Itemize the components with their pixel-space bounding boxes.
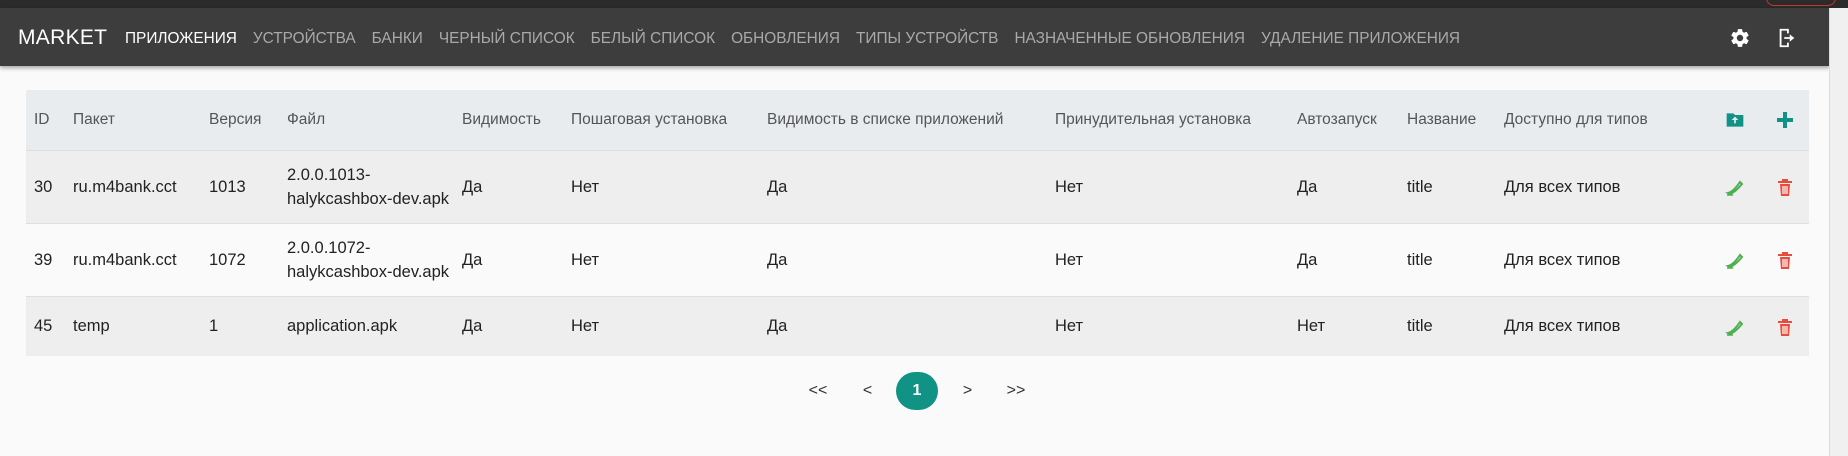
col-header-file[interactable]: Файл — [279, 90, 454, 150]
page-next-button[interactable]: > — [960, 372, 975, 410]
brand-logo[interactable]: MARKET — [18, 26, 107, 50]
gear-icon[interactable] — [1729, 27, 1751, 49]
cell-id: 30 — [34, 177, 53, 196]
pagination: << < 1 > >> — [0, 372, 1848, 412]
cell-visibility: Да — [462, 250, 483, 269]
edit-icon[interactable] — [1725, 318, 1745, 336]
cell-visibility: Да — [462, 317, 483, 336]
cell-file-line1: 2.0.0.1013- — [287, 165, 371, 184]
delete-icon[interactable] — [1777, 178, 1793, 197]
table-row: 30 ru.m4bank.cct 1013 2.0.0.1013- halykca… — [26, 150, 1809, 223]
cell-list-visibility: Да — [767, 317, 788, 336]
cell-types: Для всех типов — [1504, 177, 1621, 196]
cell-list-visibility: Да — [767, 250, 788, 269]
cell-name: title — [1407, 250, 1433, 269]
table-row: 39 ru.m4bank.cct 1072 2.0.0.1072- halykca… — [26, 223, 1809, 296]
cell-package: ru.m4bank.cct — [73, 250, 177, 269]
table-header-row: ID Пакет Версия Файл Видимость Пошаговая… — [26, 90, 1809, 150]
col-header-visibility[interactable]: Видимость — [454, 90, 563, 150]
cell-autostart: Да — [1297, 250, 1318, 269]
cell-file: 2.0.0.1013- halykcashbox-dev.apk — [279, 150, 454, 223]
col-header-id[interactable]: ID — [26, 90, 65, 150]
cell-autostart: Да — [1297, 177, 1318, 196]
cell-file-line2: halykcashbox-dev.apk — [287, 189, 450, 208]
edit-cell — [1710, 150, 1760, 223]
nav-item-banks[interactable]: БАНКИ — [372, 30, 423, 48]
cell-autostart: Нет — [1297, 317, 1326, 336]
cell-stepwise: Нет — [571, 250, 600, 269]
cell-stepwise: Нет — [571, 317, 600, 336]
page-first-button[interactable]: << — [808, 372, 828, 410]
delete-cell — [1760, 296, 1809, 356]
add-cell — [1760, 90, 1809, 150]
plus-icon[interactable] — [1776, 111, 1794, 129]
col-header-stepwise[interactable]: Пошаговая установка — [563, 90, 759, 150]
cell-types: Для всех типов — [1504, 250, 1621, 269]
cell-file-line2: halykcashbox-dev.apk — [287, 262, 450, 281]
edit-icon[interactable] — [1725, 178, 1745, 196]
nav-item-blacklist[interactable]: ЧЕРНЫЙ СПИСОК — [439, 30, 575, 48]
nav-item-applications[interactable]: ПРИЛОЖЕНИЯ — [125, 30, 237, 48]
applications-table-container: ID Пакет Версия Файл Видимость Пошаговая… — [26, 90, 1809, 356]
nav-item-app-removal[interactable]: УДАЛЕНИЕ ПРИЛОЖЕНИЯ — [1261, 30, 1460, 48]
cell-file: application.apk — [287, 317, 398, 336]
col-header-types[interactable]: Доступно для типов — [1496, 90, 1710, 150]
col-header-name[interactable]: Название — [1399, 90, 1496, 150]
browser-tab-outline — [1766, 0, 1836, 6]
cell-file-line1: 2.0.0.1072- — [287, 238, 371, 257]
page-prev-button[interactable]: < — [860, 372, 875, 410]
edit-cell — [1710, 296, 1760, 356]
cell-version: 1072 — [209, 250, 246, 269]
page-last-button[interactable]: >> — [1006, 372, 1026, 410]
cell-forced: Нет — [1055, 317, 1084, 336]
browser-top-strip — [0, 0, 1848, 8]
cell-stepwise: Нет — [571, 177, 600, 196]
folder-upload-icon[interactable] — [1725, 111, 1745, 129]
col-header-forced[interactable]: Принудительная установка — [1047, 90, 1289, 150]
col-header-list-visibility[interactable]: Видимость в списке приложений — [759, 90, 1047, 150]
nav-item-updates[interactable]: ОБНОВЛЕНИЯ — [731, 30, 840, 48]
cell-version: 1 — [209, 317, 219, 336]
edit-cell — [1710, 223, 1760, 296]
applications-table: ID Пакет Версия Файл Видимость Пошаговая… — [26, 90, 1809, 356]
cell-package: temp — [73, 317, 110, 336]
col-header-version[interactable]: Версия — [201, 90, 279, 150]
edit-icon[interactable] — [1725, 251, 1745, 269]
nav-item-whitelist[interactable]: БЕЛЫЙ СПИСОК — [591, 30, 715, 48]
nav-item-device-types[interactable]: ТИПЫ УСТРОЙСТВ — [856, 30, 998, 48]
cell-list-visibility: Да — [767, 177, 788, 196]
cell-version: 1013 — [209, 177, 246, 196]
cell-forced: Нет — [1055, 177, 1084, 196]
top-navbar: MARKET ПРИЛОЖЕНИЯ УСТРОЙСТВА БАНКИ ЧЕРНЫ… — [0, 8, 1830, 66]
nav-item-devices[interactable]: УСТРОЙСТВА — [253, 30, 356, 48]
cell-id: 45 — [34, 317, 53, 336]
main-nav: ПРИЛОЖЕНИЯ УСТРОЙСТВА БАНКИ ЧЕРНЫЙ СПИСО… — [125, 30, 1476, 48]
cell-name: title — [1407, 177, 1433, 196]
cell-file: 2.0.0.1072- halykcashbox-dev.apk — [279, 223, 454, 296]
page-current-button[interactable]: 1 — [896, 372, 938, 410]
cell-package: ru.m4bank.cct — [73, 177, 177, 196]
delete-icon[interactable] — [1777, 318, 1793, 336]
cell-id: 39 — [34, 250, 53, 269]
delete-cell — [1760, 150, 1809, 223]
delete-icon[interactable] — [1777, 251, 1793, 270]
nav-item-assigned-updates[interactable]: НАЗНАЧЕННЫЕ ОБНОВЛЕНИЯ — [1014, 30, 1245, 48]
cell-visibility: Да — [462, 177, 483, 196]
cell-types: Для всех типов — [1504, 317, 1621, 336]
logout-icon[interactable] — [1776, 27, 1798, 49]
delete-cell — [1760, 223, 1809, 296]
col-header-package[interactable]: Пакет — [65, 90, 201, 150]
col-header-autostart[interactable]: Автозапуск — [1289, 90, 1399, 150]
table-row: 45 temp 1 application.apk Да Нет Да Нет … — [26, 296, 1809, 356]
cell-name: title — [1407, 317, 1433, 336]
upload-cell — [1710, 90, 1760, 150]
cell-forced: Нет — [1055, 250, 1084, 269]
